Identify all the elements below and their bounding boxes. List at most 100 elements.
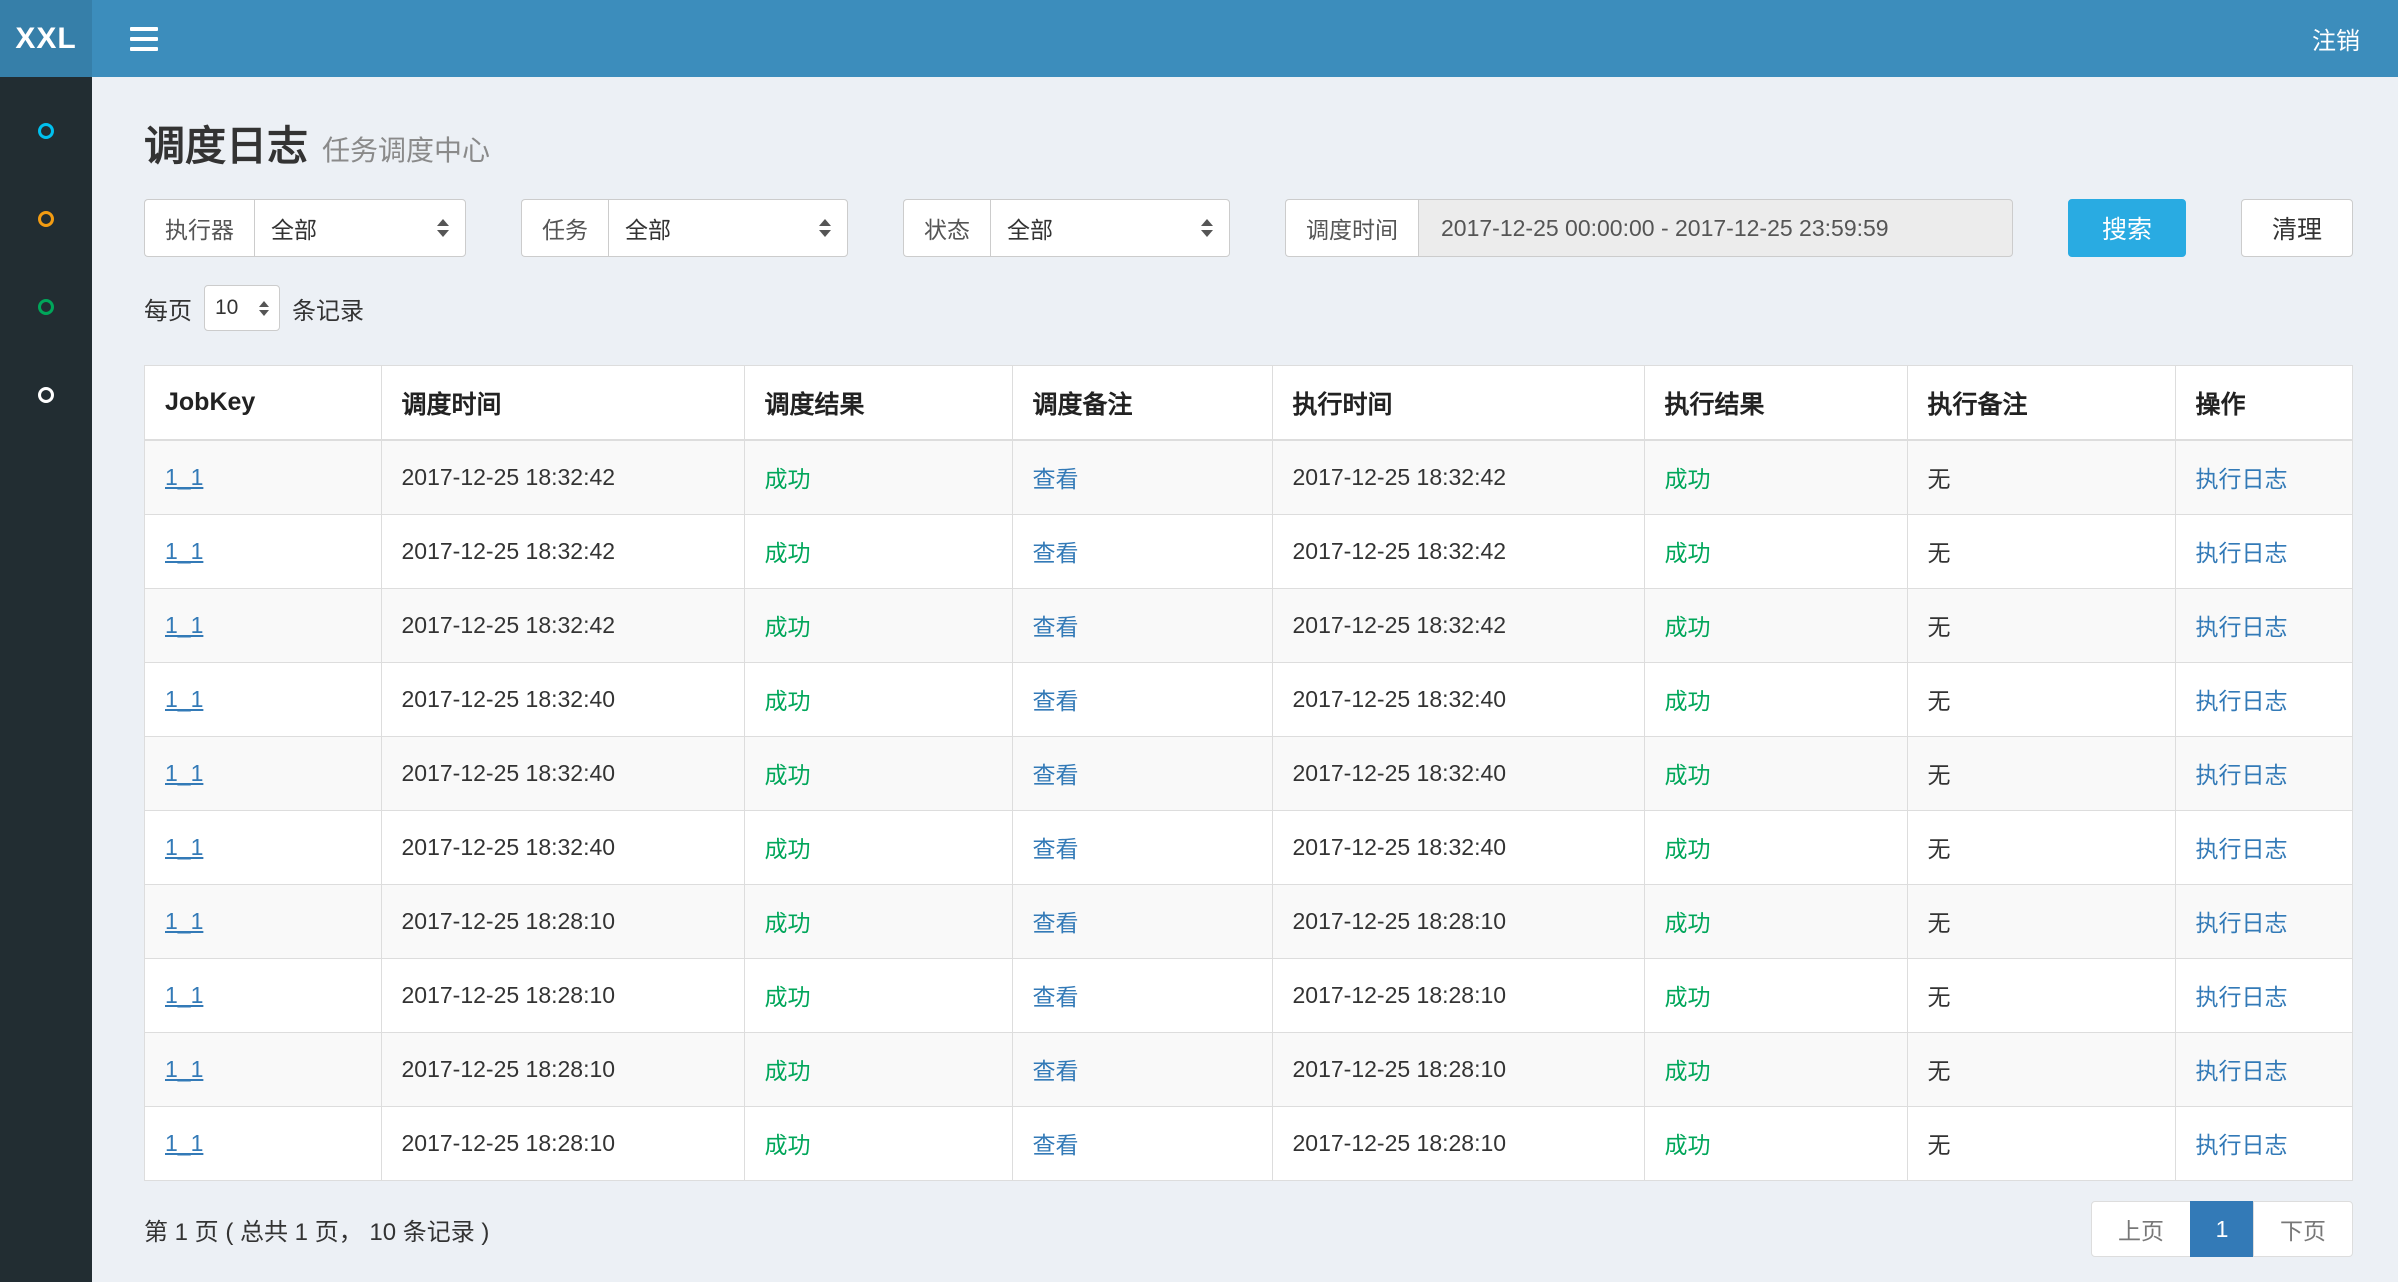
exec-log-link[interactable]: 执行日志	[2196, 688, 2288, 714]
cell-handle-result: 成功	[1644, 440, 1907, 514]
jobkey-link[interactable]: 1_1	[165, 538, 203, 564]
cell-trigger-msg: 查看	[1012, 588, 1272, 662]
trigger-msg-link[interactable]: 查看	[1033, 984, 1079, 1010]
cell-trigger-result: 成功	[744, 440, 1012, 514]
cell-action: 执行日志	[2175, 1106, 2352, 1180]
sidebar-menu	[0, 77, 92, 439]
jobkey-link[interactable]: 1_1	[165, 464, 203, 490]
table-row: 1_1 2017-12-25 18:32:42 成功 查看 2017-12-25…	[145, 514, 2352, 588]
jobkey-link[interactable]: 1_1	[165, 686, 203, 712]
pagination-current-page[interactable]: 1	[2190, 1201, 2254, 1257]
page-size-prefix-label: 每页	[144, 291, 192, 326]
trigger-msg-link[interactable]: 查看	[1033, 1058, 1079, 1084]
trigger-result-text: 成功	[765, 540, 811, 566]
cell-action: 执行日志	[2175, 514, 2352, 588]
sidebar-item-2[interactable]	[0, 175, 92, 263]
trigger-result-text: 成功	[765, 1058, 811, 1084]
jobkey-link[interactable]: 1_1	[165, 760, 203, 786]
select-stepper-icon	[819, 219, 831, 237]
select-stepper-icon	[1201, 219, 1213, 237]
cell-handle-time: 2017-12-25 18:28:10	[1272, 958, 1644, 1032]
page-title: 调度日志	[144, 121, 308, 171]
jobkey-link[interactable]: 1_1	[165, 612, 203, 638]
table-header-cell: 执行时间	[1272, 366, 1644, 440]
trigger-msg-link[interactable]: 查看	[1033, 1132, 1079, 1158]
exec-log-link[interactable]: 执行日志	[2196, 910, 2288, 936]
cell-trigger-time: 2017-12-25 18:28:10	[381, 884, 744, 958]
trigger-msg-link[interactable]: 查看	[1033, 688, 1079, 714]
cell-handle-msg: 无	[1907, 736, 2175, 810]
trigger-result-text: 成功	[765, 614, 811, 640]
exec-log-link[interactable]: 执行日志	[2196, 836, 2288, 862]
sidebar-item-1[interactable]	[0, 87, 92, 175]
page-subtitle: 任务调度中心	[322, 129, 490, 169]
jobkey-link[interactable]: 1_1	[165, 982, 203, 1008]
executor-select[interactable]: 全部	[254, 199, 466, 257]
trigger-msg-link[interactable]: 查看	[1033, 614, 1079, 640]
exec-log-link[interactable]: 执行日志	[2196, 540, 2288, 566]
cell-trigger-time: 2017-12-25 18:32:40	[381, 736, 744, 810]
cell-action: 执行日志	[2175, 588, 2352, 662]
main-content: 调度日志 任务调度中心 执行器 全部 任务 全部 状态	[92, 77, 2398, 1257]
app-logo[interactable]: XXL	[0, 0, 92, 77]
cell-handle-result: 成功	[1644, 884, 1907, 958]
trigger-time-range-input[interactable]	[1418, 199, 2013, 257]
jobkey-link[interactable]: 1_1	[165, 1130, 203, 1156]
cell-jobkey: 1_1	[145, 958, 381, 1032]
trigger-result-text: 成功	[765, 1132, 811, 1158]
exec-log-link[interactable]: 执行日志	[2196, 466, 2288, 492]
trigger-result-text: 成功	[765, 836, 811, 862]
cell-jobkey: 1_1	[145, 662, 381, 736]
cell-trigger-time: 2017-12-25 18:32:42	[381, 514, 744, 588]
cell-trigger-time: 2017-12-25 18:28:10	[381, 1032, 744, 1106]
exec-log-link[interactable]: 执行日志	[2196, 1132, 2288, 1158]
cell-trigger-msg: 查看	[1012, 958, 1272, 1032]
job-select[interactable]: 全部	[608, 199, 848, 257]
trigger-time-filter-label: 调度时间	[1285, 199, 1418, 257]
menu-toggle-icon[interactable]	[92, 27, 196, 51]
pagination-next-button[interactable]: 下页	[2253, 1201, 2353, 1257]
sidebar-item-4[interactable]	[0, 351, 92, 439]
logout-link[interactable]: 注销	[2312, 21, 2398, 56]
trigger-msg-link[interactable]: 查看	[1033, 762, 1079, 788]
trigger-msg-link[interactable]: 查看	[1033, 466, 1079, 492]
cell-trigger-msg: 查看	[1012, 736, 1272, 810]
table-row: 1_1 2017-12-25 18:28:10 成功 查看 2017-12-25…	[145, 1032, 2352, 1106]
jobkey-link[interactable]: 1_1	[165, 908, 203, 934]
sidebar-item-3[interactable]	[0, 263, 92, 351]
cell-handle-time: 2017-12-25 18:28:10	[1272, 884, 1644, 958]
cell-trigger-result: 成功	[744, 662, 1012, 736]
pagination-prev-button[interactable]: 上页	[2091, 1201, 2191, 1257]
cell-handle-msg: 无	[1907, 588, 2175, 662]
cell-trigger-result: 成功	[744, 1032, 1012, 1106]
cell-trigger-result: 成功	[744, 514, 1012, 588]
page-size-value: 10	[215, 296, 238, 320]
jobkey-link[interactable]: 1_1	[165, 1056, 203, 1082]
trigger-msg-link[interactable]: 查看	[1033, 540, 1079, 566]
clear-button[interactable]: 清理	[2241, 199, 2353, 257]
trigger-msg-link[interactable]: 查看	[1033, 836, 1079, 862]
exec-log-link[interactable]: 执行日志	[2196, 614, 2288, 640]
cell-handle-msg: 无	[1907, 514, 2175, 588]
exec-log-link[interactable]: 执行日志	[2196, 1058, 2288, 1084]
trigger-msg-link[interactable]: 查看	[1033, 910, 1079, 936]
cell-jobkey: 1_1	[145, 514, 381, 588]
table-header-cell: 调度备注	[1012, 366, 1272, 440]
cell-handle-result: 成功	[1644, 958, 1907, 1032]
exec-log-link[interactable]: 执行日志	[2196, 984, 2288, 1010]
select-stepper-icon	[259, 301, 269, 316]
cell-action: 执行日志	[2175, 1032, 2352, 1106]
cell-trigger-time: 2017-12-25 18:32:40	[381, 662, 744, 736]
trigger-result-text: 成功	[765, 910, 811, 936]
table-row: 1_1 2017-12-25 18:28:10 成功 查看 2017-12-25…	[145, 958, 2352, 1032]
page-size-select[interactable]: 10	[204, 285, 280, 331]
jobkey-link[interactable]: 1_1	[165, 834, 203, 860]
handle-result-text: 成功	[1665, 614, 1711, 640]
search-button[interactable]: 搜索	[2068, 199, 2186, 257]
cell-handle-msg: 无	[1907, 662, 2175, 736]
cell-trigger-time: 2017-12-25 18:28:10	[381, 1106, 744, 1180]
cell-trigger-time: 2017-12-25 18:32:42	[381, 588, 744, 662]
exec-log-link[interactable]: 执行日志	[2196, 762, 2288, 788]
status-select[interactable]: 全部	[990, 199, 1230, 257]
cell-handle-time: 2017-12-25 18:32:40	[1272, 736, 1644, 810]
